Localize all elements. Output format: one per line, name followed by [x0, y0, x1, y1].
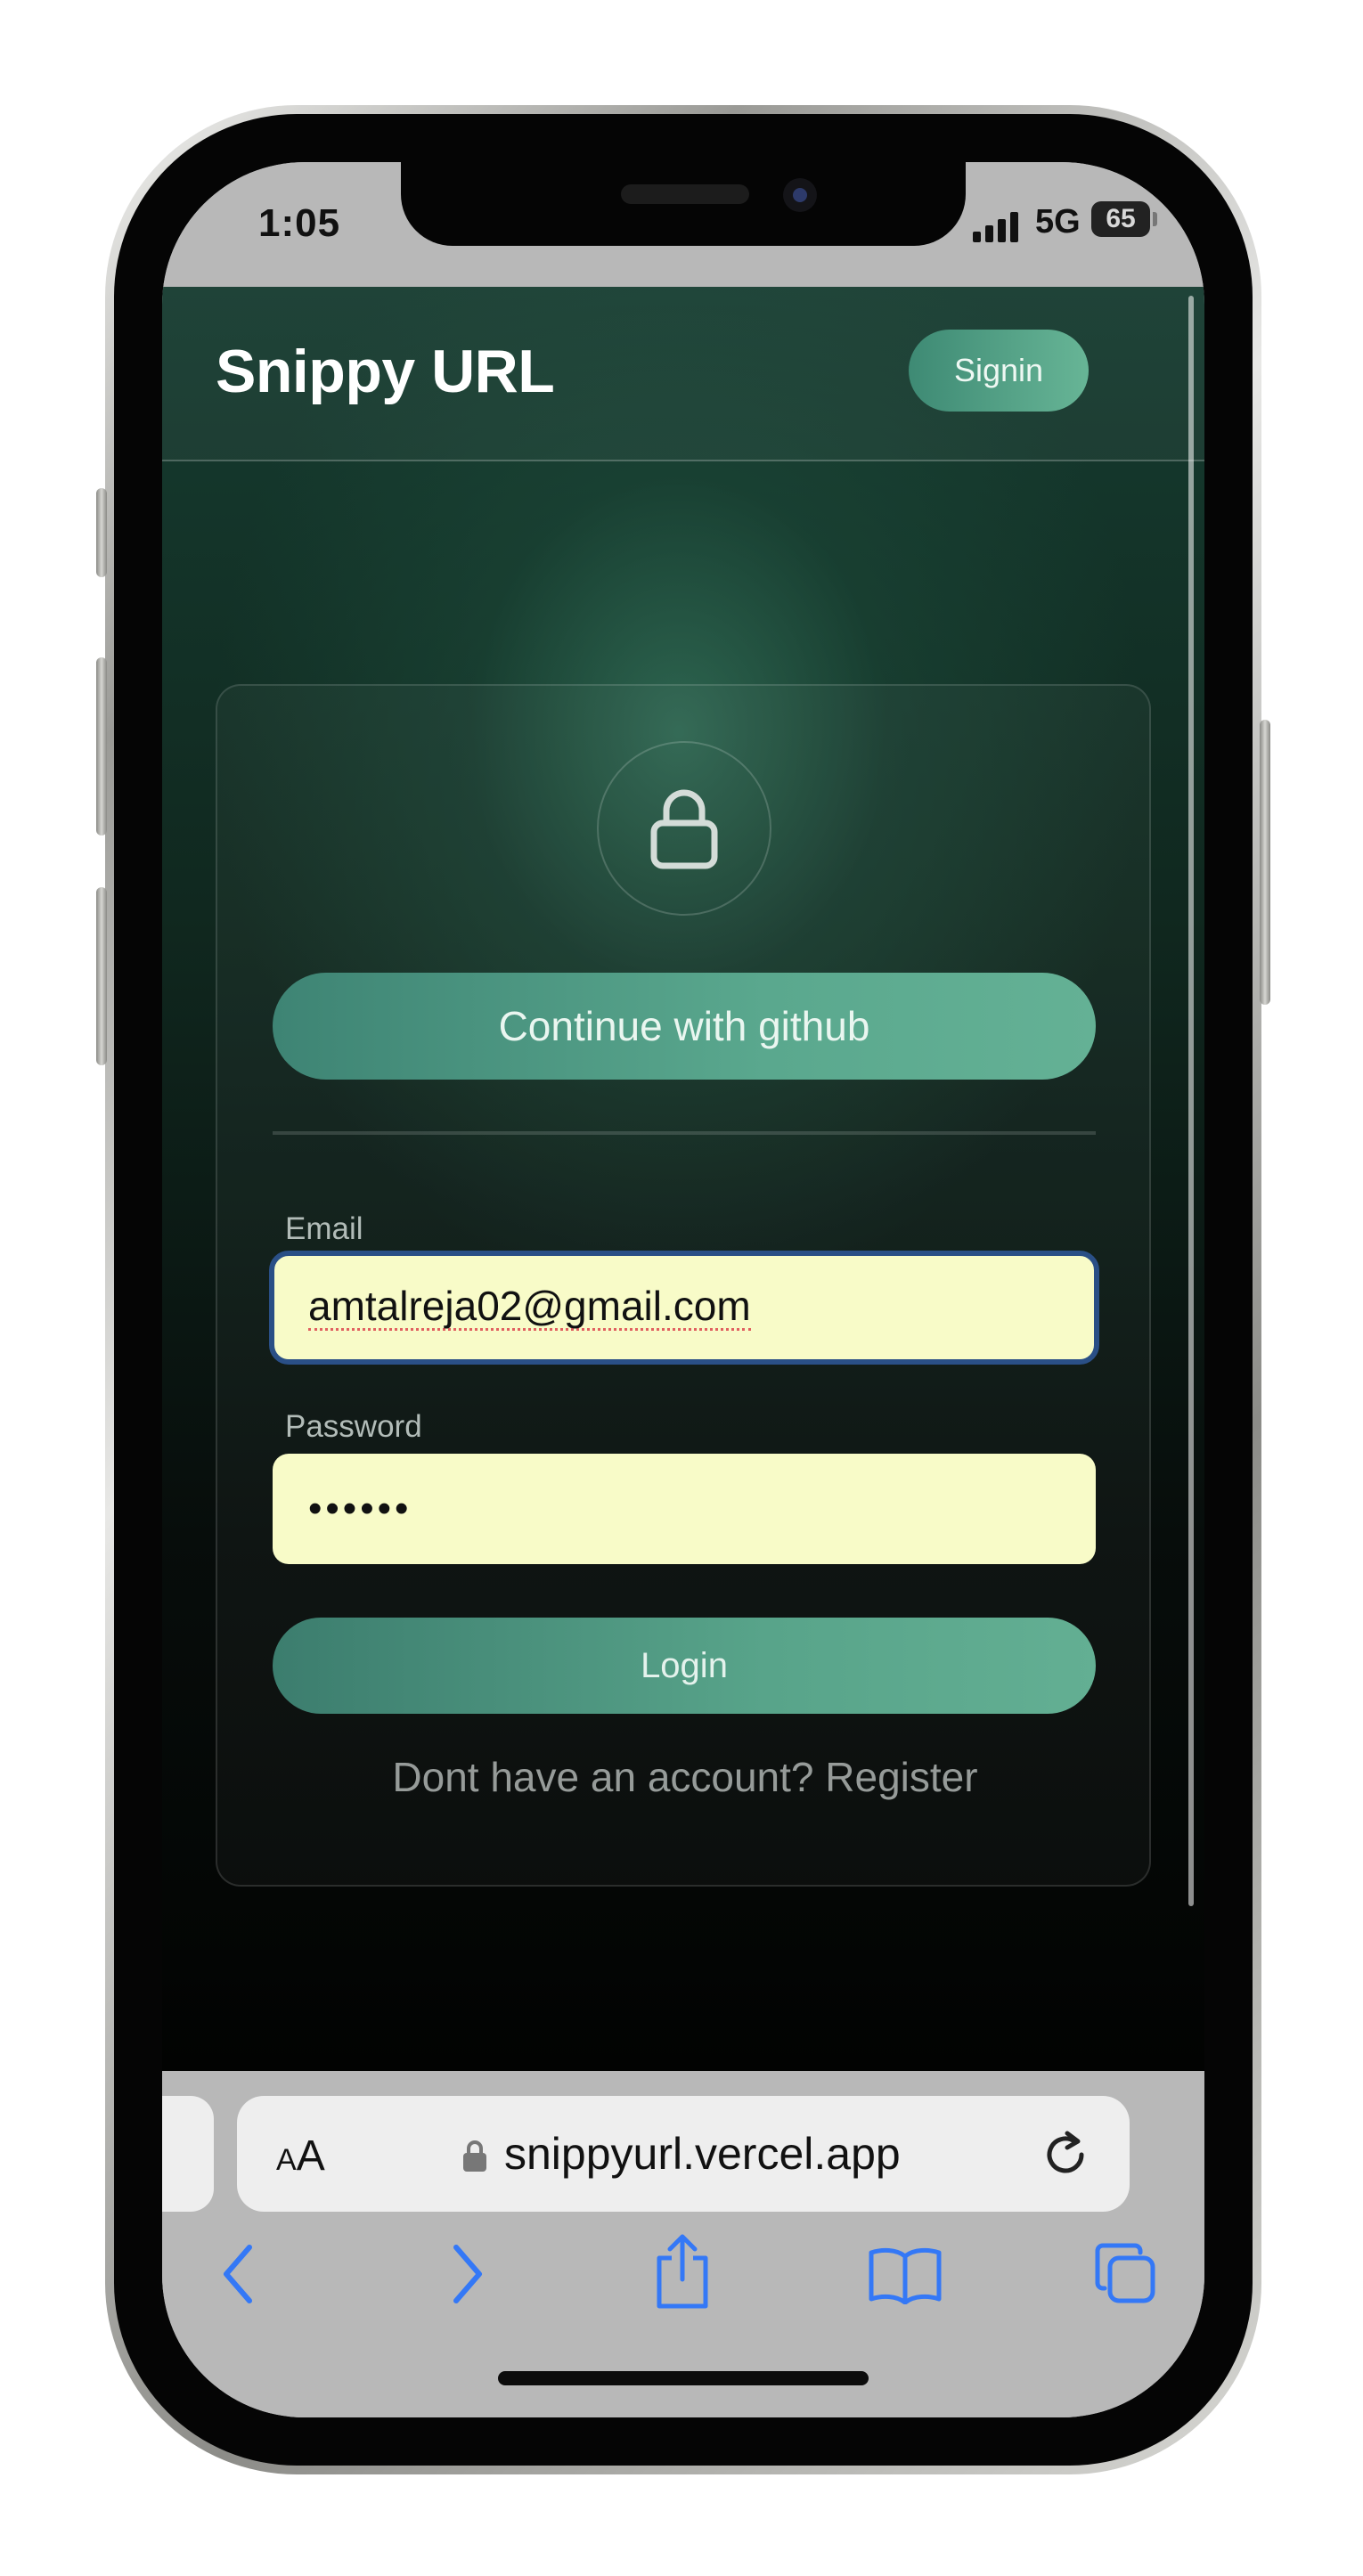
- tabs-icon[interactable]: [1092, 2240, 1158, 2306]
- notch: [401, 162, 966, 246]
- web-page: Snippy URL Signin Continue with github E…: [162, 287, 1204, 2071]
- action-button: [96, 488, 107, 577]
- register-prompt: Dont have an account?: [392, 1754, 814, 1800]
- battery-level: 65: [1106, 204, 1136, 233]
- network-type: 5G: [1035, 203, 1081, 240]
- volume-down-button: [96, 887, 107, 1065]
- lock-icon: [463, 2140, 486, 2172]
- volume-up-button: [96, 657, 107, 836]
- power-button: [1260, 720, 1270, 1005]
- password-field[interactable]: ••••••: [273, 1454, 1096, 1564]
- book-icon[interactable]: [868, 2246, 943, 2304]
- register-link[interactable]: Register: [825, 1754, 977, 1800]
- email-field[interactable]: amtalreja02@gmail.com: [269, 1251, 1099, 1365]
- login-button[interactable]: Login: [273, 1618, 1096, 1714]
- password-label: Password: [285, 1409, 422, 1444]
- site-header: Snippy URL Signin: [162, 287, 1204, 461]
- chevron-left-icon[interactable]: [219, 2242, 258, 2306]
- safari-toolbar: AA snippyurl.vercel.app: [162, 2071, 1204, 2417]
- signin-button[interactable]: Signin: [909, 330, 1089, 412]
- login-card: Continue with github Email amtalreja02@g…: [216, 684, 1151, 1887]
- text-size-button[interactable]: AA: [276, 2132, 325, 2181]
- earpiece-speaker: [621, 184, 749, 204]
- address-bar[interactable]: AA snippyurl.vercel.app: [237, 2096, 1130, 2212]
- reload-icon[interactable]: [1041, 2128, 1090, 2180]
- site-logo[interactable]: Snippy URL: [216, 337, 555, 406]
- page-scrollbar[interactable]: [1188, 296, 1194, 1906]
- status-time: 1:05: [258, 201, 341, 245]
- previous-tab-preview[interactable]: [162, 2096, 214, 2212]
- email-label: Email: [285, 1211, 363, 1246]
- share-icon[interactable]: [650, 2231, 714, 2310]
- divider: [273, 1131, 1096, 1135]
- screen: 1:05 5G 65 Snippy URL Signin Continue wi…: [162, 162, 1204, 2417]
- text-size-big: A: [296, 2132, 325, 2180]
- text-size-small: A: [276, 2143, 297, 2177]
- email-value: amtalreja02@gmail.com: [308, 1283, 751, 1331]
- signal-icon: [973, 212, 1018, 242]
- lock-icon: [650, 789, 718, 869]
- battery-tip: [1153, 212, 1157, 226]
- register-prompt-line: Dont have an account? Register: [217, 1753, 1153, 1801]
- password-value: ••••••: [308, 1487, 412, 1530]
- front-camera: [783, 178, 817, 212]
- url-text: snippyurl.vercel.app: [504, 2129, 901, 2179]
- chevron-right-icon[interactable]: [447, 2242, 486, 2306]
- battery-icon: 65: [1091, 201, 1150, 237]
- home-indicator[interactable]: [498, 2371, 869, 2385]
- lock-badge: [597, 741, 771, 916]
- status-bar: 1:05 5G 65: [162, 162, 1204, 287]
- github-login-button[interactable]: Continue with github: [273, 973, 1096, 1080]
